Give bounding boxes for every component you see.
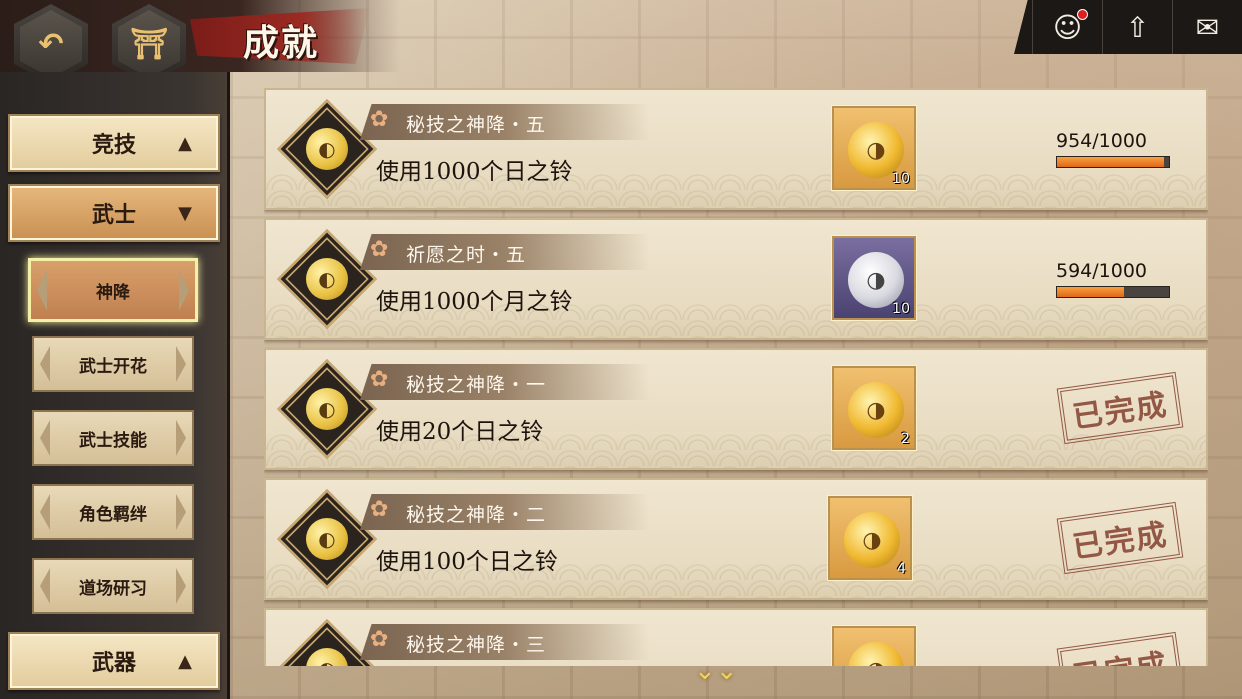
sidebar-item-label: 角色羁绊	[79, 504, 147, 525]
achievement-title: 秘技之神降・五	[406, 114, 547, 136]
achievement-card: ◐ ✿ 秘技之神降・五 使用1000个日之铃 ◑ 10 954/1000	[264, 88, 1208, 210]
bell-icon: ◐	[306, 388, 348, 430]
reward-quantity: 4	[897, 561, 906, 577]
back-icon: ↶	[38, 26, 64, 62]
achievement-card: ◐ ✿ 秘技之神降・一 使用20个日之铃 ◑ 2 已完成	[264, 348, 1208, 470]
progress-text: 594/1000	[1056, 260, 1148, 282]
upgrade-icon: ⇧	[1125, 10, 1150, 44]
category-label: 竞技	[91, 132, 136, 158]
flower-icon: ✿	[370, 237, 389, 262]
profile-button[interactable]: ☺	[1032, 0, 1102, 54]
category-weapons[interactable]: 武器 ▲	[8, 632, 220, 690]
chevron-up-icon: ▲	[178, 132, 192, 154]
achievement-description: 使用20个日之铃	[376, 419, 544, 445]
achievement-card: ◐ ✿ 祈愿之时・五 使用1000个月之铃 ◑ 10 594/1000	[264, 218, 1208, 340]
reward-quantity: 10	[892, 171, 910, 187]
reward-item[interactable]: ◑	[832, 626, 916, 666]
sun-bell-icon: ◑	[848, 122, 904, 178]
mail-icon: ✉	[1195, 10, 1220, 44]
sun-bell-icon: ◑	[848, 642, 904, 666]
sidebar-item-label: 武士技能	[79, 430, 147, 451]
achievement-description: 使用1000个日之铃	[376, 159, 573, 185]
category-label: 武器	[91, 650, 136, 676]
mail-button[interactable]: ✉	[1172, 0, 1242, 54]
flower-icon: ✿	[370, 497, 389, 522]
achievement-title: 秘技之神降・三	[406, 634, 547, 656]
top-toolbar: ☺ ⇧ ✉	[1014, 0, 1242, 54]
sidebar-item-dojo-study[interactable]: 道场研习	[32, 558, 194, 614]
achievement-card: ◐ ✿ 秘技之神降・二 使用100个日之铃 ◑ 4 已完成	[264, 478, 1208, 600]
moon-bell-icon: ◑	[848, 252, 904, 308]
bell-icon: ◐	[306, 128, 348, 170]
category-label: 武士	[91, 202, 136, 228]
sidebar-item-label: 道场研习	[79, 578, 147, 599]
progress-fill	[1057, 157, 1164, 167]
achievement-description: 使用1000个月之铃	[376, 289, 573, 315]
sidebar-item-label: 武士开花	[79, 356, 147, 377]
flower-icon: ✿	[370, 627, 389, 652]
sidebar-item-shenjiang[interactable]: 神降	[28, 258, 198, 322]
sidebar-item-character-bonds[interactable]: 角色羁绊	[32, 484, 194, 540]
achievement-title: 秘技之神降・二	[406, 504, 547, 526]
category-arena[interactable]: 竞技 ▲	[8, 114, 220, 172]
sun-bell-icon: ◑	[844, 512, 900, 568]
upgrade-button[interactable]: ⇧	[1102, 0, 1172, 54]
bell-icon: ◐	[306, 258, 348, 300]
notification-dot	[1077, 9, 1088, 20]
achievement-title: 祈愿之时・五	[406, 244, 527, 266]
reward-item[interactable]: ◑ 2	[832, 366, 916, 450]
reward-item[interactable]: ◑ 10	[832, 236, 916, 320]
progress-text: 954/1000	[1056, 130, 1148, 152]
flower-icon: ✿	[370, 367, 389, 392]
sidebar: 竞技 ▲ 武士 ▼ 神降 武士开花 武士技能 角色羁绊 道场研习 武器 ▲	[0, 72, 230, 699]
achievement-description: 使用100个日之铃	[376, 549, 558, 575]
home-icon: ⛩	[129, 26, 169, 62]
flower-icon: ✿	[370, 107, 389, 132]
achievement-title: 秘技之神降・一	[406, 374, 547, 396]
reward-item[interactable]: ◑ 10	[832, 106, 916, 190]
progress-bar	[1056, 156, 1170, 168]
achievement-list[interactable]: ◐ ✿ 秘技之神降・五 使用1000个日之铃 ◑ 10 954/1000 ◐ ✿…	[264, 88, 1208, 666]
chevron-down-icon: ▼	[178, 202, 192, 224]
reward-quantity: 10	[892, 301, 910, 317]
reward-quantity: 2	[901, 431, 910, 447]
completed-stamp: 已完成	[1056, 631, 1184, 666]
sun-bell-icon: ◑	[848, 382, 904, 438]
category-samurai[interactable]: 武士 ▼	[8, 184, 220, 242]
page-title: 成就	[243, 22, 320, 64]
reward-item[interactable]: ◑ 4	[828, 496, 912, 580]
sidebar-item-samurai-skills[interactable]: 武士技能	[32, 410, 194, 466]
progress-bar	[1056, 286, 1170, 298]
scroll-down-icon[interactable]: ⌄⌄	[694, 658, 738, 692]
sidebar-item-label: 神降	[96, 282, 130, 303]
progress-fill	[1057, 287, 1124, 297]
sidebar-item-samurai-bloom[interactable]: 武士开花	[32, 336, 194, 392]
chevron-up-icon: ▲	[178, 650, 192, 672]
bell-icon: ◐	[306, 518, 348, 560]
